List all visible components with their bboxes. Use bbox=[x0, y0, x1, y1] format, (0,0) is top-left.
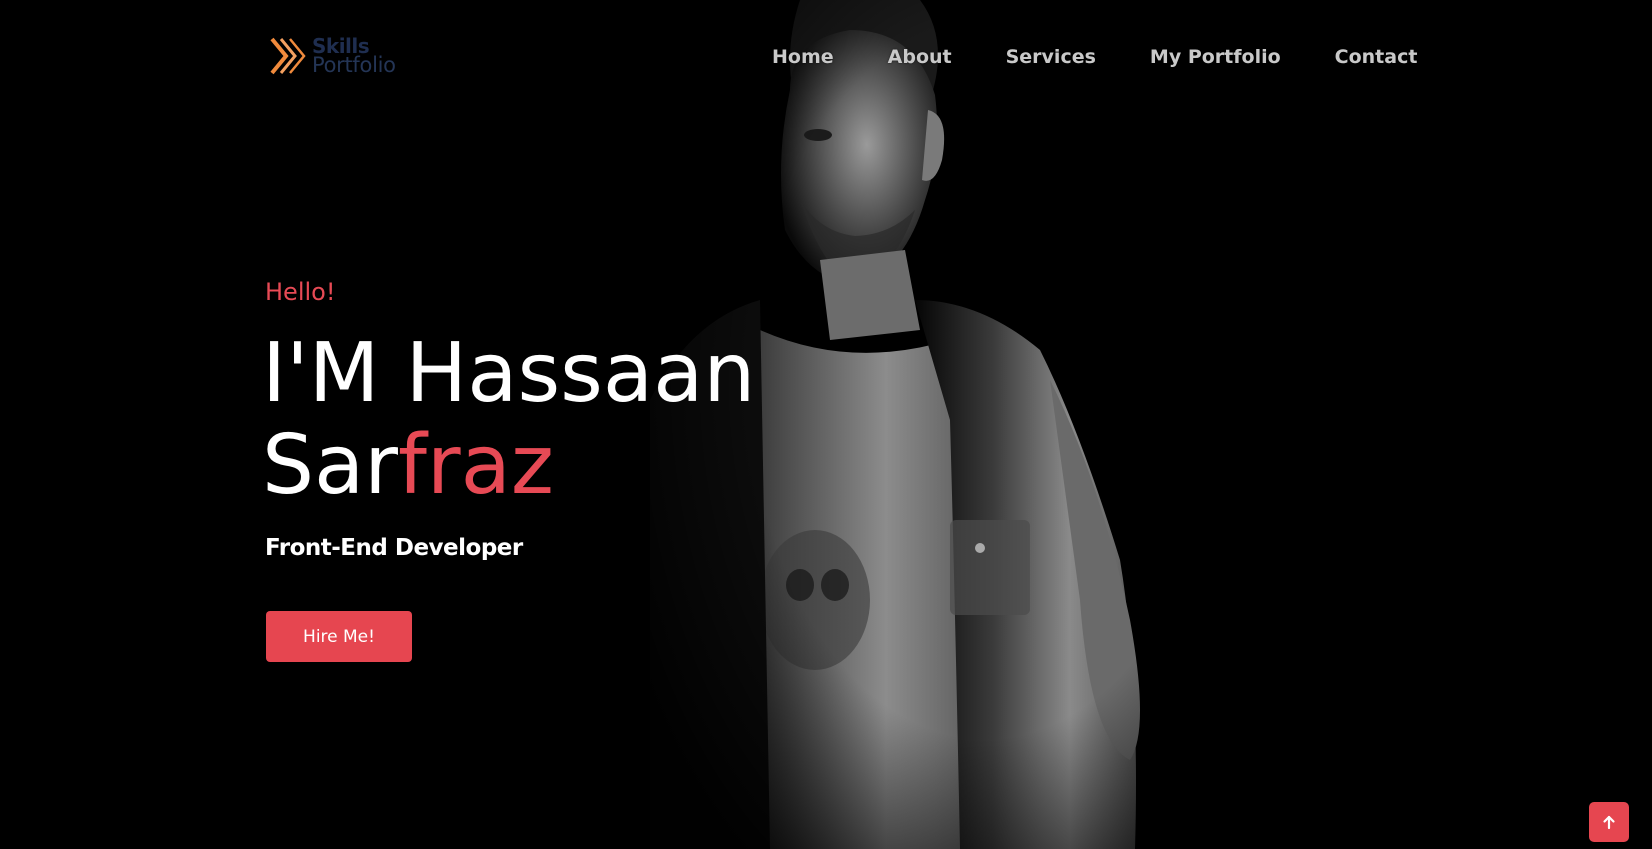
hire-me-button[interactable]: Hire Me! bbox=[266, 611, 412, 662]
logo-text: Skills Portfolio bbox=[312, 36, 396, 76]
headline-line-2-plain: Sar bbox=[262, 418, 399, 513]
navbar: Skills Portfolio Home About Services My … bbox=[0, 0, 1652, 115]
scroll-to-top-button[interactable] bbox=[1589, 802, 1629, 842]
nav-my-portfolio[interactable]: My Portfolio bbox=[1150, 46, 1281, 68]
nav-home[interactable]: Home bbox=[772, 46, 834, 68]
site-logo[interactable]: Skills Portfolio bbox=[268, 32, 408, 80]
hero-section bbox=[0, 0, 1652, 849]
nav-services[interactable]: Services bbox=[1006, 46, 1096, 68]
main-nav: Home About Services My Portfolio Contact bbox=[772, 44, 1417, 70]
hero-greeting: Hello! bbox=[265, 278, 336, 306]
logo-line-2: Portfolio bbox=[312, 53, 396, 77]
hero-role: Front-End Developer bbox=[265, 535, 523, 561]
nav-about[interactable]: About bbox=[888, 46, 952, 68]
headline-line-2-accent: fraz bbox=[398, 418, 554, 513]
nav-contact[interactable]: Contact bbox=[1335, 46, 1418, 68]
hero-headline: I'M Hassaan Sarfraz bbox=[262, 328, 755, 512]
headline-line-1: I'M Hassaan bbox=[262, 326, 756, 421]
chevron-logo-icon bbox=[270, 37, 306, 75]
arrow-up-icon bbox=[1603, 815, 1615, 830]
